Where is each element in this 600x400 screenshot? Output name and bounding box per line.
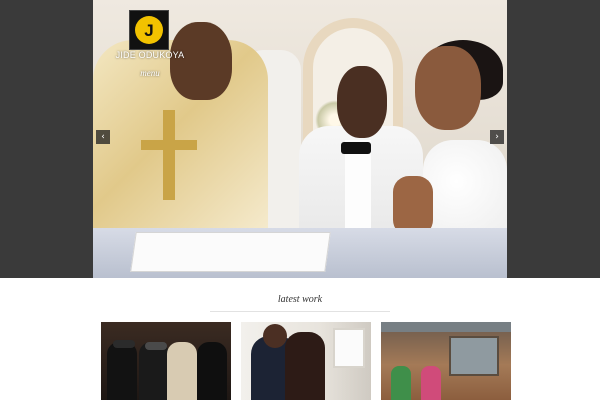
bride-thumbs-up: [393, 176, 433, 236]
thumb2-head: [263, 324, 287, 348]
site-logo[interactable]: J: [129, 10, 169, 50]
groom-head: [337, 66, 387, 138]
hero-slideshow: J JIDE ODUKOYA menu ‹ ›: [0, 0, 600, 278]
thumb1-hat: [145, 342, 167, 350]
brand-name[interactable]: JIDE ODUKOYA: [110, 50, 190, 60]
thumbnail-2[interactable]: [241, 322, 371, 400]
priest-head: [170, 22, 232, 100]
thumb3-person: [391, 366, 411, 400]
thumb1-person: [107, 342, 137, 400]
thumb2-woman: [285, 332, 325, 400]
thumb3-window: [449, 336, 499, 376]
thumb1-person: [197, 342, 227, 400]
next-arrow-glyph: ›: [495, 132, 499, 142]
chevron-left-icon[interactable]: ‹: [96, 130, 110, 144]
thumbnail-1[interactable]: [101, 322, 231, 400]
robe-cross: [163, 110, 175, 200]
logo-circle: J: [135, 16, 163, 44]
thumb2-window: [333, 328, 365, 368]
bride-head: [415, 46, 481, 130]
latest-work-heading: latest work: [277, 294, 323, 305]
robe-cross-bar: [141, 140, 197, 150]
menu-button[interactable]: menu: [128, 68, 172, 78]
section-divider: [210, 311, 390, 312]
chevron-right-icon[interactable]: ›: [490, 130, 504, 144]
logo-letter: J: [144, 20, 154, 40]
prev-arrow-glyph: ‹: [101, 132, 105, 142]
thumb1-person: [139, 342, 169, 400]
thumbnail-3[interactable]: [381, 322, 511, 400]
register-book: [130, 232, 331, 272]
thumb3-person: [421, 366, 441, 400]
thumb1-person: [167, 342, 197, 400]
thumb3-roof: [381, 322, 511, 332]
groom-bowtie: [341, 142, 371, 154]
thumb1-hat: [113, 340, 135, 348]
